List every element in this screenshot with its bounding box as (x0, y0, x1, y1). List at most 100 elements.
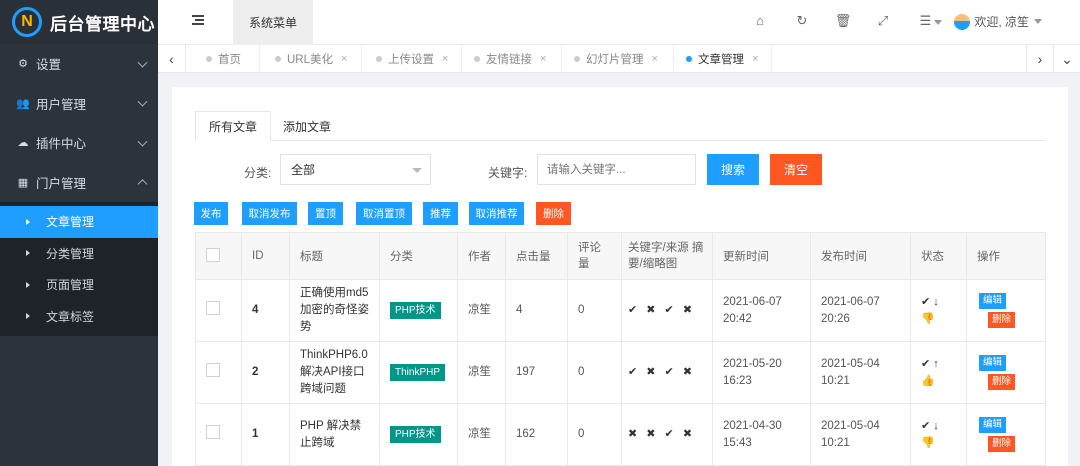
publish-button[interactable]: 发布 (194, 202, 228, 225)
table-row: 4 正确使用md5加密的奇怪姿势 PHP技术 凉笙 4 0 ✔ ✖ ✔ ✖ 20… (195, 279, 1046, 342)
table-row: 1 PHP 解决禁止跨域 PHP技术 凉笙 162 0 ✖ ✖ ✔ ✖ 2021… (195, 403, 1046, 466)
cloud-icon: ☁ (17, 137, 29, 150)
edit-button[interactable]: 编辑 (979, 355, 1007, 371)
tab-friend-links[interactable]: 友情链接 × (462, 45, 562, 73)
chevron-down-icon (412, 168, 422, 173)
table-header-row: ID 标题 分类 作者 点击量 评论量 关键字/来源 摘要/缩略图 更新时间 发… (195, 232, 1046, 280)
menu-icon[interactable]: ☰ (918, 13, 944, 29)
unpublish-button[interactable]: 取消发布 (242, 202, 297, 225)
row-id: 1 (241, 403, 290, 466)
sidebar-item-pages[interactable]: 页面管理 (0, 269, 158, 301)
row-views: 4 (505, 279, 568, 342)
row-views: 197 (505, 341, 568, 404)
row-updated: 2021-04-30 15:43 (712, 403, 811, 466)
system-menu-button[interactable]: 系统菜单 (233, 0, 313, 45)
sidebar-item-label: 页面管理 (46, 278, 95, 293)
column-header: 状态 (910, 232, 967, 280)
recommend-button[interactable]: 推荐 (423, 202, 458, 225)
edit-button[interactable]: 编辑 (979, 293, 1007, 309)
top-header: 系统菜单 ⌂ ↻ 🗑 ⤢ ☰ 欢迎, 凉笙 (158, 0, 1080, 45)
close-icon[interactable]: × (540, 53, 546, 65)
column-header: ID (241, 232, 290, 280)
tabs-options-icon[interactable]: ⌄ (1054, 45, 1080, 73)
trash-icon[interactable]: 🗑 (834, 13, 852, 29)
users-icon: 👥 (16, 97, 30, 110)
sidebar-item-articles[interactable]: 文章管理 (0, 206, 158, 238)
search-button[interactable]: 搜索 (707, 154, 759, 185)
unpin-button[interactable]: 取消置顶 (356, 202, 412, 225)
row-id: 2 (241, 341, 290, 404)
delete-button[interactable]: 删除 (988, 374, 1016, 390)
tab-dot (474, 56, 480, 62)
tabs-scroll-right-icon[interactable]: › (1026, 45, 1054, 73)
category-select[interactable]: 全部 (280, 154, 431, 185)
sidebar-group-users[interactable]: 👥 用户管理 (0, 84, 158, 124)
row-author: 凉笙 (457, 403, 506, 466)
tabs-scroll-left-icon[interactable]: ‹ (158, 45, 186, 73)
sidebar-item-label: 分类管理 (46, 246, 95, 261)
row-comments: 0 (567, 279, 622, 342)
row-title[interactable]: PHP 解决禁止跨域 (289, 403, 380, 466)
sidebar-item-categories[interactable]: 分类管理 (0, 238, 158, 270)
state-icons: ✔ ↓ (921, 296, 939, 308)
row-title[interactable]: ThinkPHP6.0解决API接口跨域问题 (289, 341, 380, 404)
tab-upload-settings[interactable]: 上传设置 × (362, 45, 462, 73)
row-category-cell: PHP技术 (379, 403, 458, 466)
fullscreen-icon[interactable]: ⤢ (874, 13, 892, 29)
pin-button[interactable]: 置顶 (308, 202, 343, 225)
keyword-input[interactable] (537, 154, 696, 185)
delete-button[interactable]: 删除 (988, 436, 1016, 452)
column-header: 分类 (379, 232, 458, 280)
sidebar-group-settings[interactable]: ⚙ 设置 (0, 44, 158, 84)
row-checkbox[interactable] (206, 300, 220, 315)
tab-slides[interactable]: 幻灯片管理 × (562, 45, 674, 73)
row-checkbox[interactable] (206, 362, 220, 377)
row-title[interactable]: 正确使用md5加密的奇怪姿势 (289, 279, 380, 342)
row-checkbox[interactable] (206, 424, 220, 439)
close-icon[interactable]: × (442, 53, 448, 65)
subtab-all-articles[interactable]: 所有文章 (195, 111, 271, 141)
user-menu[interactable]: 欢迎, 凉笙 (954, 13, 1042, 30)
chevron-down-icon (1034, 19, 1042, 24)
tab-articles[interactable]: 文章管理 × (674, 45, 772, 73)
close-icon[interactable]: × (341, 53, 347, 65)
column-header: 更新时间 (712, 232, 811, 280)
close-icon[interactable]: × (752, 53, 758, 65)
row-category-cell: PHP技术 (379, 279, 458, 342)
sidebar-item-tags[interactable]: 文章标签 (0, 301, 158, 333)
row-comments: 0 (567, 341, 622, 404)
edit-button[interactable]: 编辑 (979, 417, 1007, 433)
portal-submenu: 文章管理 分类管理 页面管理 文章标签 (0, 202, 158, 336)
tab-dot (574, 56, 580, 62)
row-meta-flags: ✖ ✖ ✔ ✖ (621, 403, 713, 466)
tab-home[interactable]: 首页 (194, 45, 260, 73)
delete-selected-button[interactable]: 删除 (536, 202, 571, 225)
tab-label: 上传设置 (388, 54, 434, 66)
tab-label: 幻灯片管理 (586, 54, 644, 66)
tab-url-rewrite[interactable]: URL美化 × (260, 45, 362, 73)
sidebar-group-label: 插件中心 (36, 137, 87, 152)
brand-title: 后台管理中心 (50, 14, 155, 34)
row-state: ✔ ↓ 👎 (910, 279, 967, 342)
chevron-up-icon (137, 179, 148, 190)
sidebar-group-portal[interactable]: ▦ 门户管理 (0, 163, 158, 203)
thumb-icon: 👍 (921, 374, 935, 387)
refresh-icon[interactable]: ↻ (793, 13, 811, 29)
sidebar-toggle-icon[interactable] (192, 15, 204, 27)
user-greeting: 欢迎, 凉笙 (974, 15, 1029, 29)
brand[interactable]: N 后台管理中心 (0, 0, 158, 44)
unrecommend-button[interactable]: 取消推荐 (469, 202, 524, 225)
sidebar: N 后台管理中心 ⚙ 设置 👥 用户管理 ☁ 插件中心 ▦ 门户管理 文章管理 (0, 0, 158, 466)
home-icon[interactable]: ⌂ (751, 13, 769, 28)
clear-button[interactable]: 清空 (770, 154, 822, 185)
select-all-checkbox[interactable] (206, 247, 220, 262)
sidebar-item-label: 文章管理 (46, 215, 95, 230)
column-header: 操作 (966, 232, 1046, 280)
sidebar-group-plugins[interactable]: ☁ 插件中心 (0, 123, 158, 163)
caret-right-icon (26, 281, 30, 288)
subtab-add-article[interactable]: 添加文章 (271, 111, 343, 141)
delete-button[interactable]: 删除 (988, 312, 1016, 328)
chevron-down-icon (137, 136, 148, 147)
row-actions: 编辑删除 (966, 341, 1046, 404)
close-icon[interactable]: × (652, 53, 658, 65)
